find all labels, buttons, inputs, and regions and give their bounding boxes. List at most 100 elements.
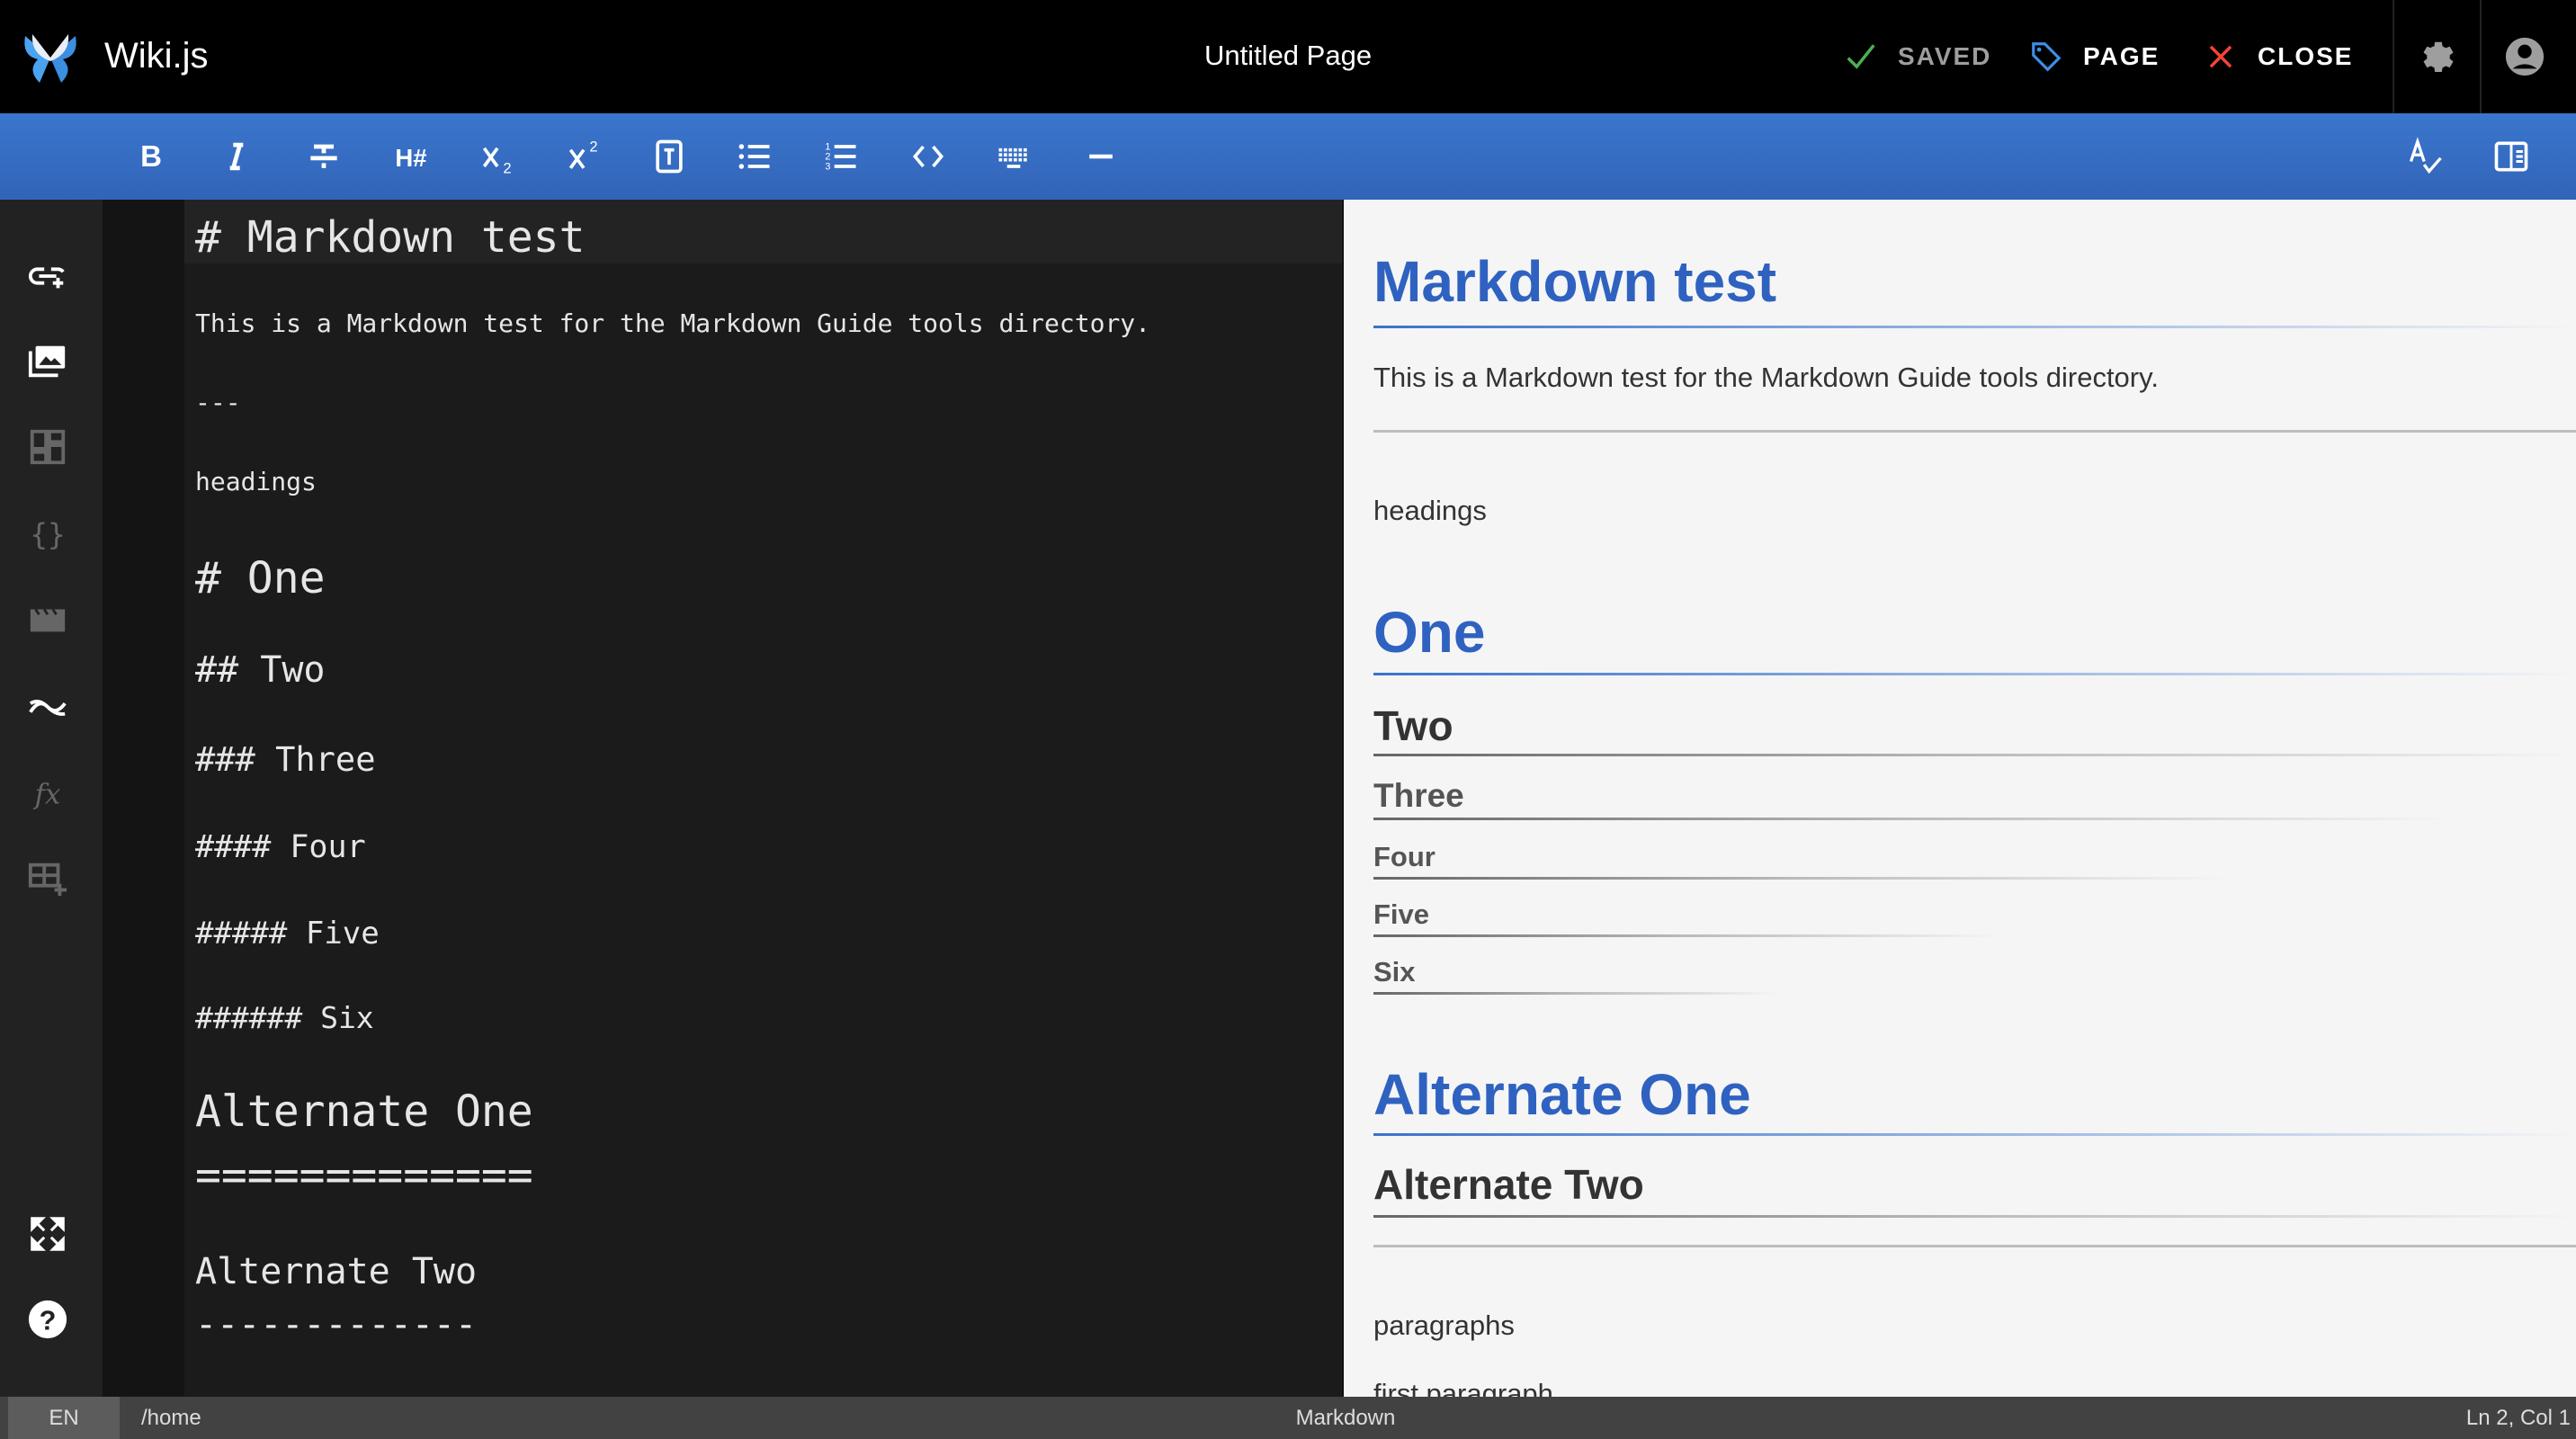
toggle-preview-button[interactable]	[2491, 137, 2531, 176]
insert-link-icon[interactable]	[27, 255, 68, 297]
horizontal-rule	[1373, 1245, 2576, 1247]
line-text: ##### Five	[195, 915, 380, 952]
bold-button[interactable]: B	[131, 137, 171, 176]
line-text: Alternate Two	[195, 1251, 478, 1292]
numbered-list-icon: 123	[825, 142, 856, 173]
account-icon[interactable]	[2504, 36, 2545, 77]
editor-line[interactable]: 16	[184, 871, 1342, 910]
superscript-icon: 2	[568, 139, 598, 169]
svg-text:2: 2	[503, 160, 511, 176]
superscript-button[interactable]: 2	[564, 137, 604, 176]
fullscreen-icon[interactable]	[27, 1213, 68, 1255]
heading-underline	[1373, 754, 2576, 756]
line-text: headings	[195, 466, 317, 496]
blockquote-icon	[656, 139, 683, 174]
editor-toolbar: B H# 2 2 123	[0, 113, 2576, 200]
insert-video-icon[interactable]	[27, 599, 68, 640]
editor-line[interactable]: 25-------------	[184, 1298, 1342, 1352]
bullet-list-button[interactable]	[735, 137, 774, 176]
editor-line[interactable]: 9▼# One	[184, 541, 1342, 604]
editor-line[interactable]: 8	[184, 501, 1342, 541]
editor-line[interactable]: 4	[184, 343, 1342, 382]
markdown-editor[interactable]: 1▼# Markdown test23This is a Markdown te…	[184, 200, 1342, 1397]
heading-underline	[1373, 992, 1778, 995]
editor-line[interactable]: 20	[184, 1039, 1342, 1078]
editor-line[interactable]: 24▼Alternate Two	[184, 1246, 1342, 1298]
line-text: ### Three	[195, 740, 376, 779]
svg-text:3: 3	[825, 162, 830, 173]
strikethrough-icon	[310, 144, 337, 168]
insert-math-icon[interactable]: fx	[27, 773, 68, 814]
toggle-preview-icon	[2494, 141, 2528, 172]
editor-mode: Markdown	[1295, 1406, 1396, 1430]
code-button[interactable]	[908, 137, 948, 176]
horizontal-rule-button[interactable]	[1081, 137, 1121, 176]
insert-table-icon[interactable]	[27, 858, 68, 899]
bold-icon: B	[140, 139, 162, 173]
insert-code-block-icon[interactable]: {}	[27, 514, 68, 555]
editor-line[interactable]: 6	[184, 422, 1342, 461]
editor-line[interactable]: 7headings	[184, 461, 1342, 501]
line-text: # One	[195, 552, 326, 603]
editor-line[interactable]: 22=============	[184, 1144, 1342, 1206]
insert-diagram-icon[interactable]	[27, 686, 68, 728]
italic-button[interactable]	[217, 137, 256, 176]
line-gutter	[103, 200, 184, 1397]
editor-line[interactable]: 12	[184, 696, 1342, 736]
check-icon	[1847, 44, 1875, 69]
editor-line[interactable]: 2	[184, 264, 1342, 303]
saved-button[interactable]: SAVED	[1844, 36, 1991, 77]
svg-text:B: B	[140, 139, 162, 173]
preview-h3: Three	[1373, 777, 1464, 814]
editor-line[interactable]: 15▼#### Four	[184, 823, 1342, 871]
editor-line[interactable]: 19▼###### Six	[184, 996, 1342, 1039]
editor-line[interactable]: 1▼# Markdown test	[184, 200, 1342, 264]
editor-line[interactable]: 5---	[184, 382, 1342, 422]
editor-line[interactable]: 10	[184, 604, 1342, 644]
subscript-icon: 2	[482, 147, 512, 176]
strikethrough-button[interactable]	[304, 137, 344, 176]
blockquote-button[interactable]	[649, 137, 689, 176]
numbered-list-button[interactable]: 123	[821, 137, 861, 176]
editor-line[interactable]: 21▼Alternate One	[184, 1078, 1342, 1144]
heading-underline	[1373, 1215, 2576, 1218]
divider	[2393, 0, 2394, 113]
help-icon[interactable]: ?	[27, 1299, 68, 1340]
line-text: =============	[195, 1149, 533, 1201]
spellcheck-button[interactable]	[2406, 137, 2446, 176]
horizontal-rule	[1373, 430, 2576, 433]
editor-line[interactable]: 11▼## Two	[184, 644, 1342, 696]
preview-pane: Markdown test This is a Markdown test fo…	[1342, 200, 2576, 1397]
horizontal-rule-icon	[1089, 154, 1113, 159]
close-label: CLOSE	[2258, 42, 2354, 70]
preview-paragraph: first paragraph	[1373, 1378, 1553, 1397]
editor-line[interactable]: 3This is a Markdown test for the Markdow…	[184, 303, 1342, 343]
close-button[interactable]: CLOSE	[2204, 36, 2353, 77]
tag-icon	[2032, 42, 2062, 72]
editor-line[interactable]: 18	[184, 956, 1342, 996]
insert-component-icon[interactable]	[27, 426, 68, 468]
preview-h1: Alternate One	[1373, 1062, 1751, 1127]
bullet-list-icon	[738, 144, 770, 169]
svg-text:?: ?	[40, 1306, 57, 1336]
line-text: ## Two	[195, 649, 326, 691]
editor-line[interactable]: 17▼##### Five	[184, 910, 1342, 956]
close-icon	[2209, 45, 2232, 68]
line-text: ###### Six	[195, 999, 374, 1035]
editor-line[interactable]: 26	[184, 1352, 1342, 1391]
preview-paragraph: headings	[1373, 495, 1487, 526]
heading-underline	[1373, 673, 2576, 675]
heading-underline	[1373, 818, 2453, 820]
editor-line[interactable]: 23	[184, 1206, 1342, 1246]
insert-assets-icon[interactable]	[27, 341, 68, 382]
heading-underline	[1373, 1133, 2576, 1136]
subscript-button[interactable]: 2	[478, 137, 517, 176]
editor-line[interactable]: 14	[184, 783, 1342, 823]
editor-line[interactable]: 13▼### Three	[184, 736, 1342, 783]
line-text: #### Four	[195, 828, 366, 865]
gear-icon[interactable]	[2418, 36, 2459, 77]
keyboard-button[interactable]	[994, 137, 1033, 176]
page-properties-button[interactable]: PAGE	[2029, 36, 2160, 77]
app-header: Wiki.js Untitled Page SAVED PAGE CLOSE	[0, 0, 2576, 113]
heading-button[interactable]: H#	[391, 137, 431, 176]
